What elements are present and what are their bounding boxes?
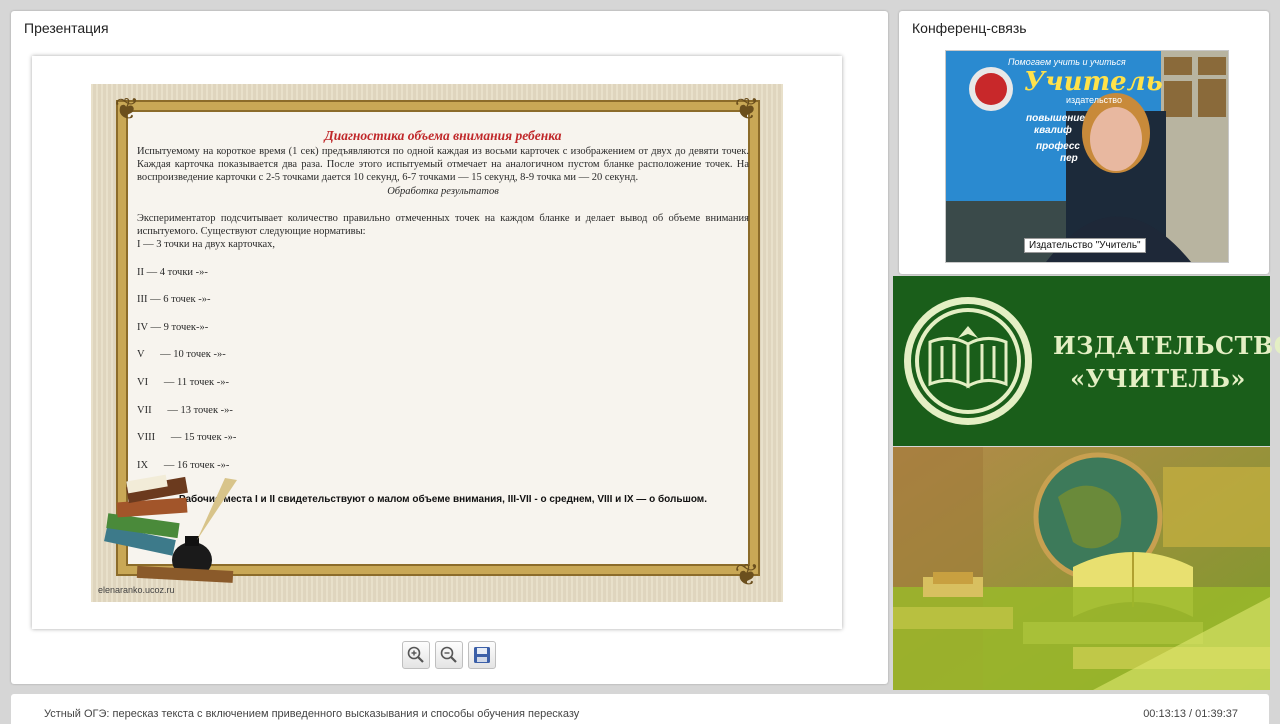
poster-bullet-2: професс: [1036, 141, 1080, 152]
zoom-in-button[interactable]: [402, 641, 430, 669]
ornament-top-left-icon: ❦: [114, 92, 140, 127]
slide-viewport[interactable]: ❦ ❦ ❦ Диагностика объема внимания ребенк…: [32, 56, 842, 629]
poster-bullet-2b: пер: [1060, 153, 1078, 164]
webcam-video[interactable]: Помогаем учить и учиться Учитель издател…: [945, 50, 1229, 263]
presentation-panel-title: Презентация: [24, 20, 109, 36]
presentation-panel: Презентация ❦ ❦ ❦ Диагностика объема вни…: [11, 11, 888, 684]
poster-tagline: Помогаем учить и учиться: [1008, 57, 1126, 67]
conference-panel-title: Конференц-связь: [912, 20, 1027, 36]
publisher-name-line2: «УЧИТЕЛЬ»: [1070, 364, 1246, 393]
norm-item: IV — 9 точек-»-: [137, 321, 209, 333]
slide-watermark: elenaranko.ucoz.ru: [98, 585, 175, 595]
poster-bullet-1b: квалиф: [1034, 125, 1072, 136]
ornament-bottom-right-icon: ❦: [734, 558, 760, 593]
zoom-out-icon: [440, 646, 457, 663]
zoom-out-button[interactable]: [435, 641, 463, 669]
slide-subheading: Обработка результатов: [387, 186, 499, 197]
norm-item: V — 10 точек -»-: [137, 349, 226, 361]
norm-item: III — 6 точек -»-: [137, 294, 211, 306]
books-globe-illustration: [893, 447, 1270, 690]
playback-timer: 00:13:13 / 01:39:37: [1143, 708, 1238, 720]
norm-item: VII — 13 точек -»-: [137, 404, 233, 416]
speaker-name-label: Издательство "Учитель": [1024, 238, 1146, 253]
save-icon: [474, 647, 490, 663]
ornament-top-right-icon: ❦: [734, 92, 760, 127]
save-button[interactable]: [468, 641, 496, 669]
book-logo-icon: [904, 297, 1032, 425]
slide-heading: Диагностика объема внимания ребенка: [324, 128, 562, 143]
publisher-banner: ИЗДАТЕЛЬСТВО «УЧИТЕЛЬ»: [893, 276, 1280, 446]
course-title: Устный ОГЭ: пересказ текста с включением…: [44, 708, 580, 720]
conference-panel: Конференц-связь Помогаем учить и учиться…: [899, 11, 1269, 274]
norm-item: VI — 11 точек -»-: [137, 376, 230, 388]
norm-item: I — 3 точки на двух карточках,: [137, 239, 276, 250]
publisher-name-line1: ИЗДАТЕЛЬСТВО: [1053, 331, 1280, 360]
poster-brand: Учитель: [1024, 67, 1163, 97]
zoom-in-icon: [407, 646, 424, 663]
norm-item: VIII — 15 точек -»-: [137, 432, 237, 444]
presentation-slide: ❦ ❦ ❦ Диагностика объема внимания ребенк…: [91, 84, 783, 602]
slide-paragraph-processing: Экспериментатор подсчитывает количество …: [137, 213, 749, 237]
norms-list: I — 3 точки на двух карточках, II — 4 то…: [137, 238, 749, 486]
poster-subtitle: издательство: [1066, 95, 1122, 105]
slide-paragraph-instructions: Испытуемому на короткое время (1 сек) пр…: [137, 146, 749, 183]
books-inkwell-illustration: [104, 474, 237, 583]
norm-item: II — 4 точки -»-: [137, 266, 208, 278]
books-globe-image: [893, 447, 1270, 690]
poster-bullet-1: повышение: [1026, 113, 1085, 124]
